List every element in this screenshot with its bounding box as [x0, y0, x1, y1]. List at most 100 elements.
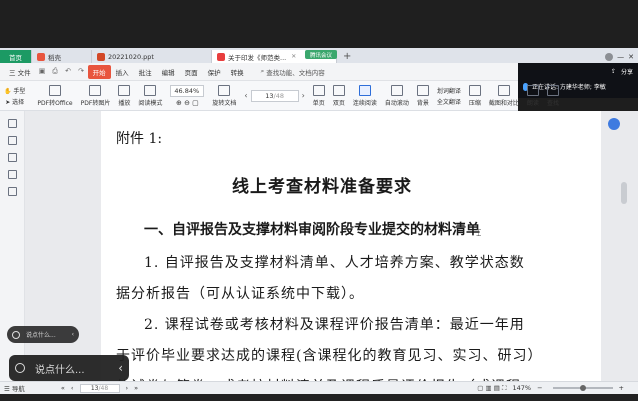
menu-protect[interactable]: 保护: [203, 67, 226, 77]
menu-annotate[interactable]: 批注: [134, 67, 157, 77]
prev-page-icon[interactable]: ‹: [244, 91, 247, 100]
search-box[interactable]: ⌕ 查找功能、文档内容: [261, 67, 325, 77]
chat-input-mini[interactable]: 说点什么... ‹: [7, 326, 79, 343]
single-page-icon: [312, 84, 325, 96]
menu-edit[interactable]: 编辑: [157, 67, 180, 77]
paragraph-line: 1. 自评报告及支撑材料清单、人才培养方案、教学状态数: [144, 255, 525, 271]
screen-share-badge[interactable]: 腾讯会议: [305, 50, 338, 59]
hand-tool-button[interactable]: ✋ 手型: [4, 86, 25, 95]
thumbnail-icon[interactable]: [7, 136, 17, 145]
find-button[interactable]: 查找: [543, 82, 563, 110]
attachment-icon[interactable]: [7, 170, 17, 179]
view-mode-icons: ▢ ▥ ▤ ⛶: [477, 384, 506, 393]
pdf-to-image-label: PDF转图片: [80, 99, 111, 107]
save-icon[interactable]: ▣: [38, 67, 47, 76]
auto-scroll-button[interactable]: 自动滚动: [381, 82, 413, 110]
undo-icon[interactable]: ↶: [64, 67, 73, 76]
menu-page[interactable]: 页面: [180, 67, 203, 77]
translate-button[interactable]: 划词翻译: [437, 86, 461, 95]
continuous-read-button[interactable]: 连续阅读: [349, 82, 381, 110]
zoom-in-icon[interactable]: ⊕: [176, 99, 182, 107]
fullscreen-icon[interactable]: ⛶: [502, 384, 507, 392]
signature-icon[interactable]: [7, 187, 17, 196]
vertical-scrollbar[interactable]: [621, 182, 627, 204]
pdf-to-image-button[interactable]: PDF转图片: [77, 82, 115, 110]
background-button[interactable]: 背景: [413, 82, 433, 110]
ppt-icon: [97, 52, 105, 61]
share-label[interactable]: 分享: [621, 67, 633, 76]
search-icon: ⌕: [260, 67, 265, 75]
minimize-icon[interactable]: —: [617, 53, 624, 61]
next-page-icon[interactable]: ›: [302, 91, 305, 100]
single-page-button[interactable]: 单页: [309, 82, 329, 110]
zoom-out-icon[interactable]: ⊖: [184, 99, 190, 107]
zoom-slider[interactable]: [552, 385, 613, 391]
screenshot-button[interactable]: 截图和对比: [485, 82, 523, 110]
continuous-view-icon[interactable]: ▤: [494, 384, 500, 392]
status-page-total: /48: [98, 384, 109, 392]
close-icon[interactable]: ✕: [291, 53, 296, 60]
next-page-status-icon[interactable]: ›: [126, 384, 129, 392]
document-canvas[interactable]: [25, 111, 638, 381]
double-page-icon: [332, 84, 345, 96]
first-page-icon[interactable]: «: [61, 384, 65, 392]
tab-daoke[interactable]: 稻壳: [32, 50, 92, 63]
menu-insert[interactable]: 插入: [111, 67, 134, 77]
pdf-to-image-icon: [89, 84, 102, 96]
new-tab-button[interactable]: +: [337, 50, 357, 63]
moon-icon: [416, 84, 429, 96]
zoom-group: 46.84% ⊕ ⊖ ▢: [166, 82, 208, 110]
meeting-top-area: [0, 0, 638, 48]
chevron-left-icon[interactable]: ‹: [118, 361, 123, 375]
search-placeholder: 查找功能、文档内容: [266, 68, 325, 77]
play-button[interactable]: 播放: [114, 82, 134, 110]
tab-home[interactable]: 首页: [0, 50, 32, 63]
translate-group: 划词翻译 全文翻译: [433, 82, 465, 110]
read-mode-button[interactable]: 阅读模式: [134, 82, 166, 110]
double-page-button[interactable]: 双页: [329, 82, 349, 110]
pdf-icon: [217, 52, 225, 61]
status-page-input[interactable]: 13/48: [79, 383, 120, 393]
print-icon[interactable]: ⎙: [51, 67, 60, 76]
page-number-input[interactable]: 13/48: [250, 89, 299, 102]
read-aloud-button[interactable]: 朗读: [523, 82, 543, 110]
pdf-to-office-button[interactable]: PDF转Office: [33, 82, 76, 110]
menu-file[interactable]: 三 文件: [4, 67, 36, 77]
tab-ppt[interactable]: 20221020.ppt: [92, 50, 212, 63]
zoom-in-status-icon[interactable]: +: [619, 384, 624, 392]
avatar[interactable]: [605, 52, 614, 61]
assistant-icon[interactable]: [608, 118, 620, 130]
prev-page-status-icon[interactable]: ‹: [71, 384, 74, 392]
compress-button[interactable]: 压缩: [465, 82, 485, 110]
emoji-icon[interactable]: [15, 363, 25, 373]
zoom-slider-thumb[interactable]: [579, 385, 586, 391]
screenshot-label: 截图和对比: [488, 99, 519, 107]
continuous-icon: [358, 84, 371, 96]
double-view-icon[interactable]: ▥: [485, 384, 491, 392]
nav-toggle[interactable]: ☰ 导航: [4, 383, 25, 393]
tab-pdf-label: 关于印发《师范类...: [228, 53, 287, 62]
screen-share-label: 腾讯会议: [310, 52, 333, 59]
select-tool-button[interactable]: ➤ 选择: [5, 97, 24, 106]
menu-convert[interactable]: 转换: [226, 67, 249, 77]
last-page-icon[interactable]: »: [134, 384, 138, 392]
single-view-icon[interactable]: ▢: [477, 384, 483, 392]
pdf-toolbar: ✋ 手型 ➤ 选择 PDF转Office PDF转图片 播放 阅读模式 46.8…: [0, 81, 559, 111]
auto-scroll-label: 自动滚动: [384, 99, 409, 107]
full-translate-button[interactable]: 全文翻译: [437, 97, 461, 106]
zoom-select[interactable]: 46.84%: [170, 84, 205, 97]
zoom-out-status-icon[interactable]: −: [537, 384, 542, 392]
redo-icon[interactable]: ↷: [77, 67, 86, 76]
close-window-icon[interactable]: ✕: [628, 53, 634, 61]
menu-start[interactable]: 开始: [87, 64, 111, 79]
fit-page-icon[interactable]: ▢: [192, 99, 199, 107]
chevron-left-icon[interactable]: ‹: [72, 331, 74, 338]
share-icon[interactable]: ⇪: [611, 68, 616, 75]
comment-icon[interactable]: [7, 153, 17, 162]
rotate-button[interactable]: 旋转文档: [208, 82, 240, 110]
rotate-label: 旋转文档: [212, 99, 237, 107]
bookmark-icon[interactable]: [7, 119, 17, 128]
emoji-icon[interactable]: [12, 330, 20, 339]
chat-input[interactable]: 说点什么... ‹: [9, 355, 129, 381]
page-navigator: ‹ 13/48 ›: [244, 89, 305, 102]
